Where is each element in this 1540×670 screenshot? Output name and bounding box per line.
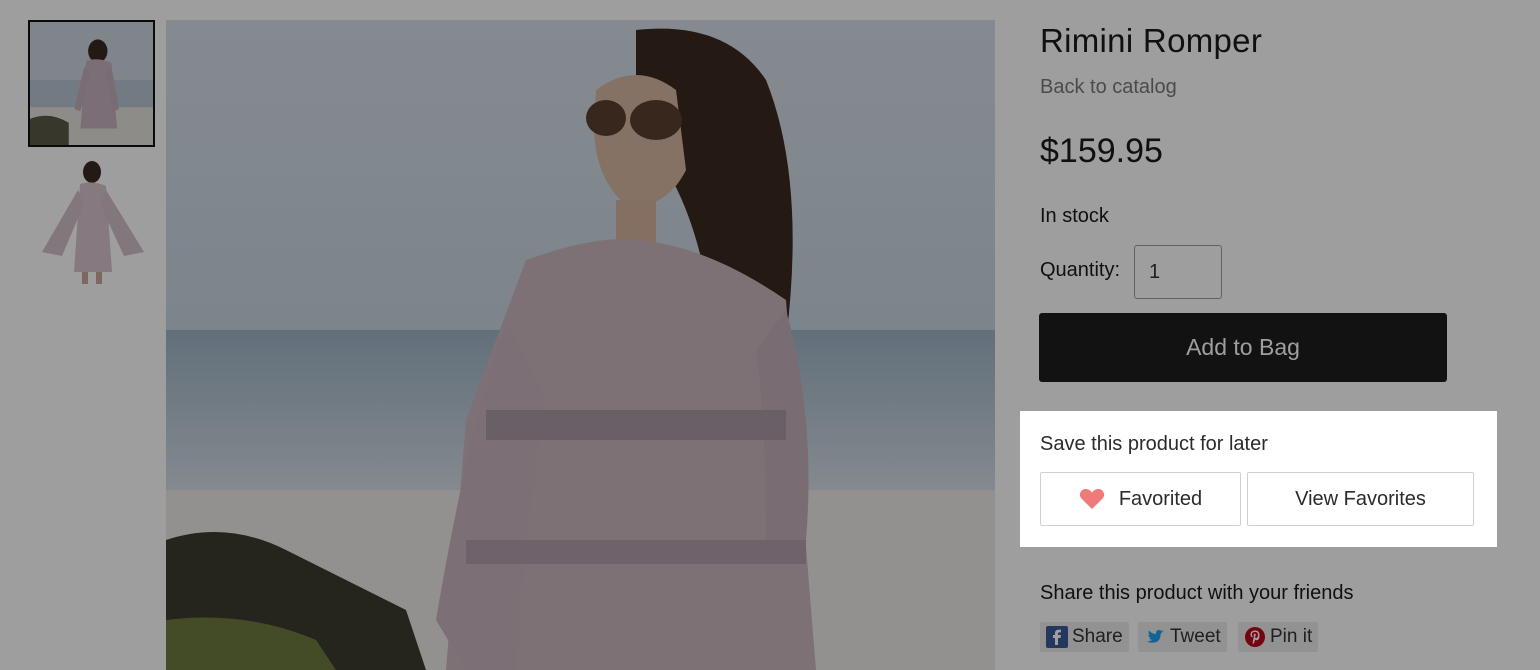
- add-to-bag-button[interactable]: Add to Bag: [1039, 313, 1447, 382]
- quantity-label: Quantity:: [1040, 259, 1121, 281]
- product-price: $159.95: [1040, 132, 1163, 170]
- facebook-share-button[interactable]: Share: [1040, 622, 1129, 652]
- pinterest-icon: [1245, 627, 1265, 647]
- heart-icon: [1079, 489, 1104, 509]
- twitter-tweet-button[interactable]: Tweet: [1138, 622, 1227, 652]
- favorites-panel: Save this product for later Favorited Vi…: [1020, 411, 1497, 547]
- view-favorites-button[interactable]: View Favorites: [1247, 472, 1474, 526]
- pinterest-pin-button[interactable]: Pin it: [1238, 622, 1319, 652]
- product-page: Rimini Romper Back to catalog $159.95 In…: [0, 0, 1540, 670]
- back-to-catalog-link[interactable]: Back to catalog: [1040, 76, 1177, 99]
- share-heading: Share this product with your friends: [1040, 582, 1354, 604]
- favorites-heading: Save this product for later: [1040, 433, 1268, 455]
- product-title: Rimini Romper: [1040, 22, 1263, 59]
- thumbnail-photo: [28, 156, 155, 286]
- thumbnail-1[interactable]: [28, 20, 155, 147]
- favorited-label: Favorited: [1118, 487, 1203, 510]
- twitter-tweet-label: Tweet: [1170, 626, 1221, 647]
- facebook-icon: [1046, 626, 1068, 648]
- thumbnail-photo: [30, 22, 153, 145]
- favorited-button[interactable]: Favorited: [1040, 472, 1241, 526]
- main-product-image: [166, 20, 995, 670]
- stock-status: In stock: [1040, 205, 1109, 227]
- thumbnail-2[interactable]: [28, 156, 155, 286]
- facebook-share-label: Share: [1072, 626, 1123, 647]
- product-photo: [166, 20, 995, 670]
- pinterest-pin-label: Pin it: [1270, 626, 1313, 647]
- quantity-input[interactable]: [1134, 245, 1222, 299]
- twitter-icon: [1147, 630, 1164, 643]
